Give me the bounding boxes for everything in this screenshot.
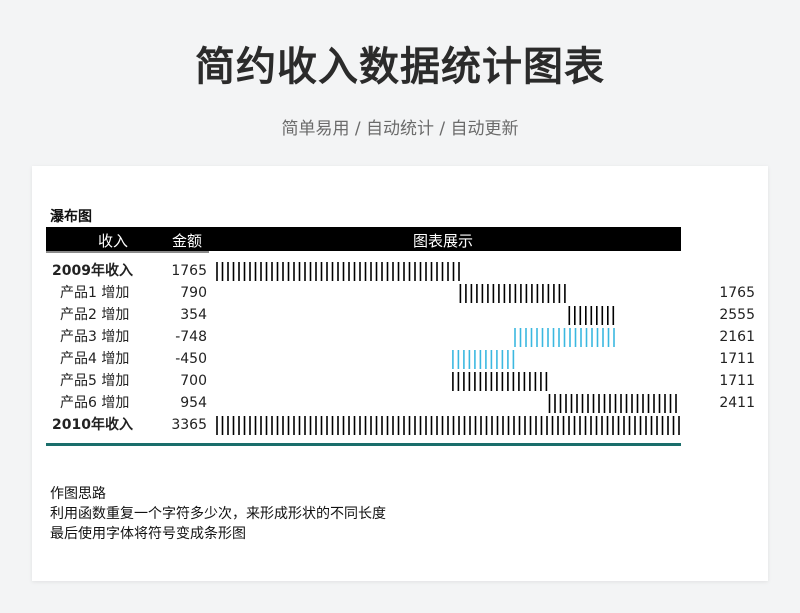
notes: 作图思路 利用函数重复一个字符多少次，来形成形状的不同长度 最后使用字体将符号变… <box>50 484 386 544</box>
bar <box>452 372 548 391</box>
bar <box>216 416 680 435</box>
notes-title: 作图思路 <box>50 486 106 502</box>
chart-card: 瀑布图 收入 金额 图表展示 2009年收入 1765 产品1 增加 790 1765 产… <box>32 166 768 581</box>
chart-base-line <box>46 443 681 446</box>
bar <box>568 306 615 325</box>
bar <box>216 262 460 281</box>
bar <box>459 284 566 303</box>
bar-decrease <box>452 350 515 369</box>
notes-line-2: 最后使用字体将符号变成条形图 <box>50 526 246 542</box>
page-title: 简约收入数据统计图表 <box>195 44 605 90</box>
bar <box>548 394 677 413</box>
page-subtitle: 简单易用 / 自动统计 / 自动更新 <box>281 119 519 139</box>
notes-line-1: 利用函数重复一个字符多少次，来形成形状的不同长度 <box>50 506 386 522</box>
waterfall-bars <box>216 262 680 435</box>
bar-decrease <box>514 328 615 347</box>
